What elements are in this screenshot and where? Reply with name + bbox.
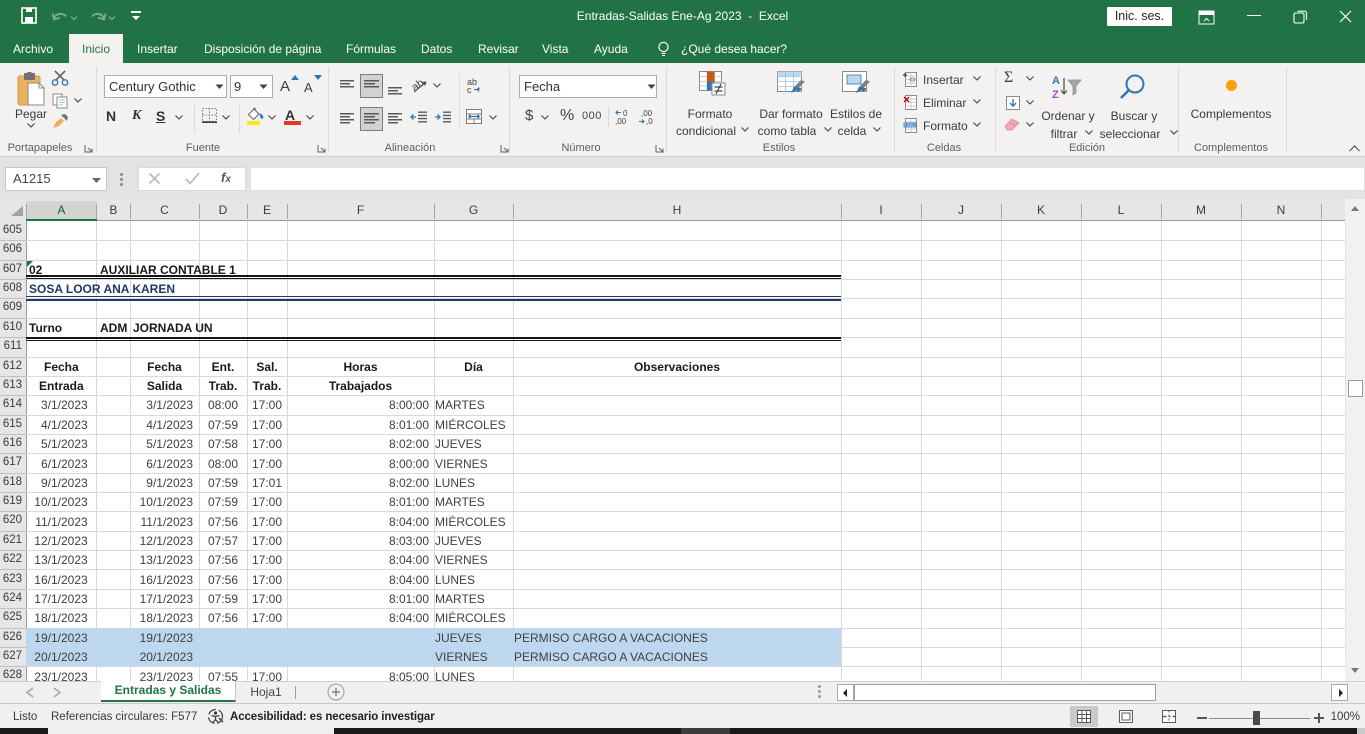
svg-text:A: A	[1052, 75, 1060, 87]
svg-text:,0: ,0	[646, 117, 653, 126]
svg-text:,00: ,00	[615, 117, 627, 126]
svg-text:c: c	[467, 85, 472, 94]
svg-text:Z: Z	[1052, 89, 1059, 101]
